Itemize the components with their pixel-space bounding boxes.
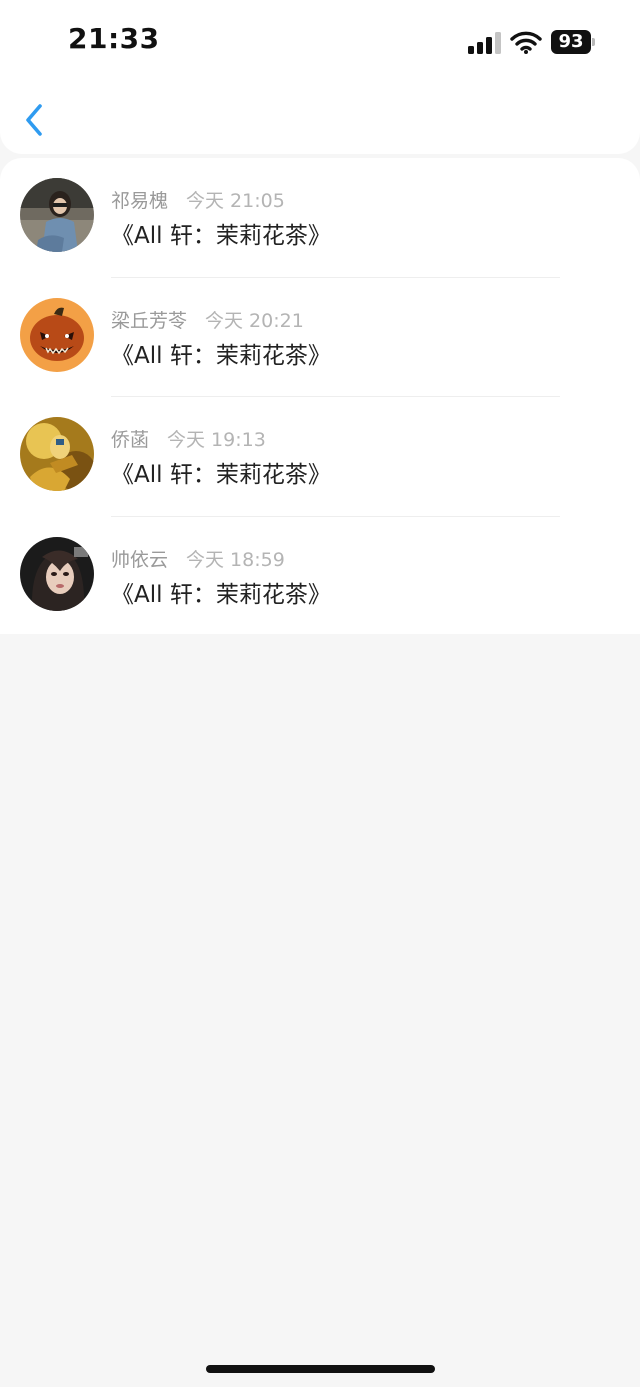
comment-text: 《All 轩：茉莉花茶》 — [111, 581, 331, 608]
comment-meta: 祁易槐 今天 21:05 — [111, 186, 285, 213]
comment-meta: 帅依云 今天 18:59 — [111, 545, 285, 572]
list-item[interactable]: 帅依云 今天 18:59 《All 轩：茉莉花茶》 — [0, 517, 640, 637]
list-item[interactable]: 侨菡 今天 19:13 《All 轩：茉莉花茶》 — [0, 397, 640, 517]
battery-level: 93 — [551, 30, 591, 54]
list-item[interactable]: 祁易槐 今天 21:05 《All 轩：茉莉花茶》 — [0, 158, 640, 278]
timestamp: 今天 21:05 — [186, 190, 285, 212]
cellular-signal-icon — [468, 32, 502, 54]
comment-text: 《All 轩：茉莉花茶》 — [111, 462, 331, 488]
timestamp: 今天 20:21 — [205, 309, 304, 332]
comment-list: 祁易槐 今天 21:05 《All 轩：茉莉花茶》 梁丘芳苓 今天 20:21 《A… — [0, 158, 640, 634]
status-time: 21:33 — [68, 22, 160, 55]
battery-icon: 93 — [551, 30, 595, 54]
timestamp: 今天 19:13 — [167, 429, 266, 451]
username[interactable]: 帅依云 — [111, 549, 168, 571]
comment-text: 《All 轩：茉莉花茶》 — [111, 223, 331, 249]
home-indicator[interactable] — [206, 1365, 435, 1373]
avatar[interactable] — [20, 178, 94, 252]
username[interactable]: 侨菡 — [111, 429, 149, 451]
header: 21:33 93 — [0, 0, 640, 154]
comment-text: 《All 轩：茉莉花茶》 — [111, 342, 331, 369]
username[interactable]: 梁丘芳苓 — [111, 310, 187, 332]
chevron-left-icon — [26, 104, 42, 136]
wifi-icon — [510, 30, 542, 54]
comment-meta: 梁丘芳苓 今天 20:21 — [111, 306, 304, 333]
avatar[interactable] — [20, 536, 94, 611]
comment-meta: 侨菡 今天 19:13 — [111, 425, 266, 452]
back-button[interactable] — [18, 100, 54, 140]
username[interactable]: 祁易槐 — [111, 190, 168, 212]
list-item[interactable]: 梁丘芳苓 今天 20:21 《All 轩：茉莉花茶》 — [0, 278, 640, 397]
avatar[interactable] — [20, 297, 94, 372]
avatar[interactable] — [20, 417, 94, 491]
timestamp: 今天 18:59 — [186, 548, 285, 571]
